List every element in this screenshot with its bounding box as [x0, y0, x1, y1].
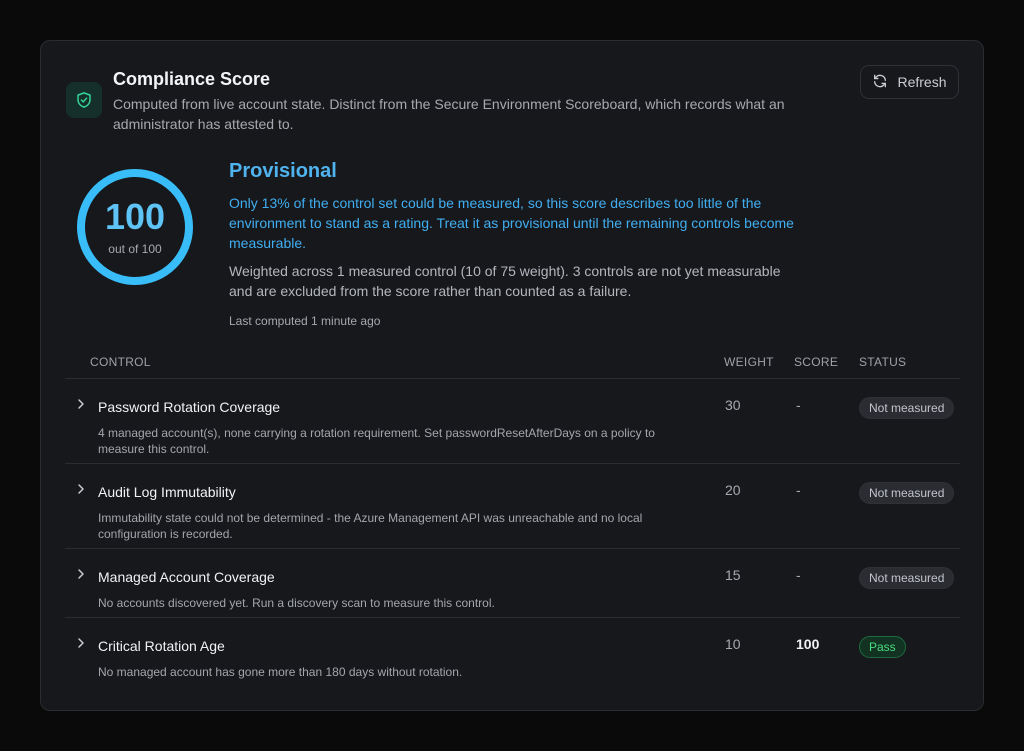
shield-check-icon [66, 82, 102, 118]
control-score: - [796, 567, 801, 583]
column-header-status: STATUS [859, 355, 907, 369]
card-title: Compliance Score [113, 69, 271, 89]
row-divider [65, 617, 960, 618]
control-name: Audit Log Immutability [98, 484, 236, 500]
score-value: 100 [104, 196, 166, 237]
control-weight: 20 [725, 482, 741, 498]
card-subtitle: Computed from live account state. Distin… [113, 96, 785, 132]
status-badge: Not measured [859, 482, 955, 504]
provisional-description: Weighted across 1 measured control (10 o… [229, 263, 781, 299]
control-name: Password Rotation Coverage [98, 399, 281, 415]
control-name: Critical Rotation Age [98, 638, 225, 654]
table-row[interactable]: Audit Log Immutability Immutability stat… [65, 478, 960, 548]
table-row[interactable]: Managed Account Coverage No accounts dis… [65, 563, 960, 618]
table-row[interactable]: Password Rotation Coverage 4 managed acc… [65, 393, 960, 463]
control-description: No accounts discovered yet. Run a discov… [98, 596, 495, 610]
score-caption: out of 100 [108, 242, 162, 256]
control-score: - [796, 397, 801, 413]
row-divider [65, 548, 960, 549]
column-header-score: SCORE [794, 355, 839, 369]
table-row[interactable]: Critical Rotation Age No managed account… [65, 632, 960, 687]
chevron-right-icon[interactable] [76, 397, 86, 409]
control-score: - [796, 482, 801, 498]
table-header-divider [65, 378, 960, 379]
status-badge: Pass [859, 636, 906, 658]
status-badge: Not measured [859, 567, 955, 589]
column-header-weight: WEIGHT [724, 355, 774, 369]
control-score: 100 [796, 636, 820, 652]
control-weight: 15 [725, 567, 741, 583]
control-description: Immutability state could not be determin… [98, 511, 643, 541]
refresh-button-label: Refresh [897, 74, 947, 90]
last-computed-timestamp: Last computed 1 minute ago [229, 314, 381, 328]
control-weight: 30 [725, 397, 741, 413]
compliance-score-card: Compliance Score Computed from live acco… [40, 40, 984, 711]
provisional-title: Provisional [229, 160, 337, 182]
row-divider [65, 463, 960, 464]
status-badge: Not measured [859, 397, 955, 419]
provisional-warning: Only 13% of the control set could be mea… [229, 195, 794, 251]
refresh-icon [872, 73, 888, 92]
control-description: No managed account has gone more than 18… [98, 665, 463, 679]
control-description: 4 managed account(s), none carrying a ro… [98, 426, 655, 456]
chevron-right-icon[interactable] [76, 636, 86, 648]
chevron-right-icon[interactable] [76, 482, 86, 494]
column-header-control: CONTROL [90, 355, 151, 369]
refresh-button[interactable]: Refresh [860, 65, 959, 99]
chevron-right-icon[interactable] [76, 567, 86, 579]
control-name: Managed Account Coverage [98, 569, 275, 585]
control-weight: 10 [725, 636, 741, 652]
